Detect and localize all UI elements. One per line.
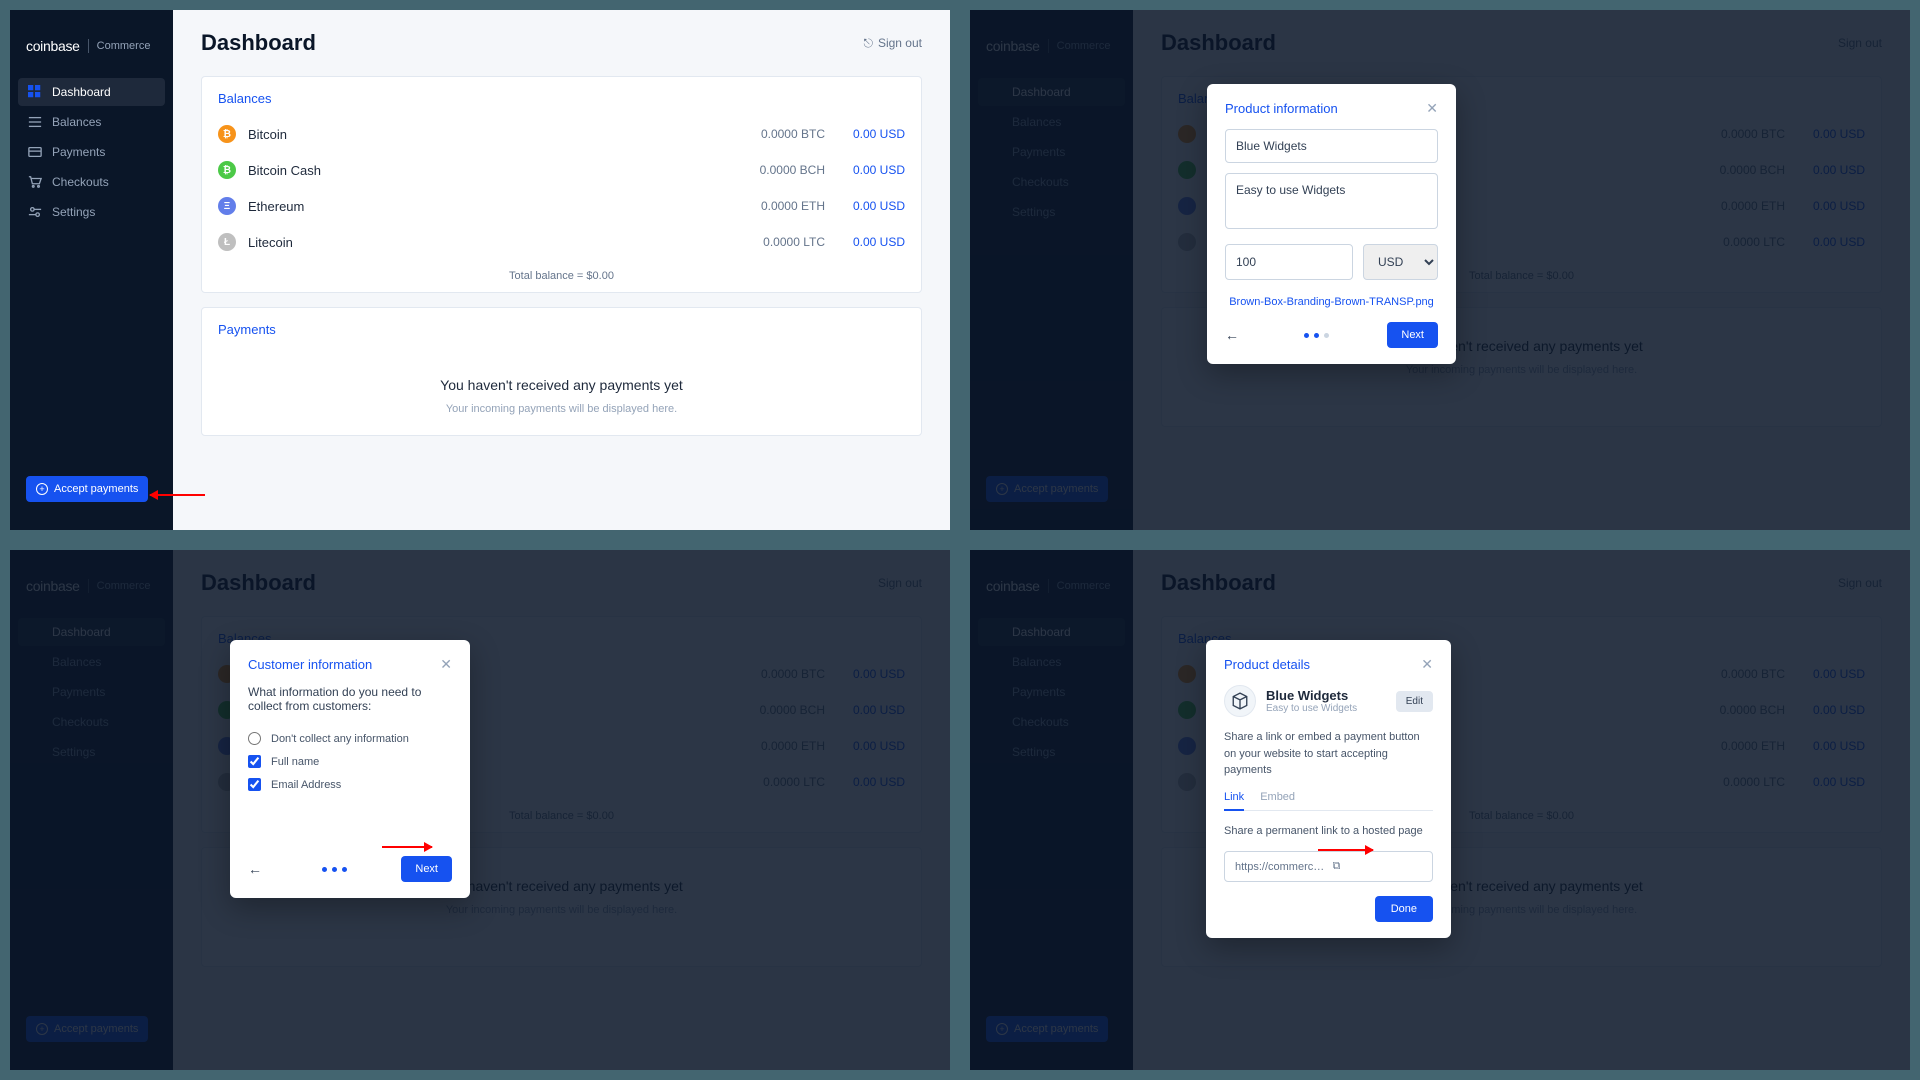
- annotation-arrow: [1318, 849, 1373, 851]
- edit-button[interactable]: Edit: [1396, 691, 1433, 712]
- option-email[interactable]: Email Address: [248, 773, 452, 796]
- balance-row: ₿Bitcoin0.0000 BTC0.00 USD: [202, 116, 921, 152]
- modal-overlay: [10, 550, 950, 1070]
- product-thumb-icon: [1224, 685, 1256, 717]
- balance-row: ₿Bitcoin Cash0.0000 BCH0.00 USD: [202, 152, 921, 188]
- next-button[interactable]: Next: [401, 856, 452, 882]
- checkbox-input[interactable]: [248, 755, 261, 768]
- grid-icon: [28, 85, 42, 99]
- brand-name: coinbase: [26, 38, 80, 54]
- modal-title: Customer information: [248, 657, 372, 672]
- payments-card: Payments You haven't received any paymen…: [201, 307, 922, 436]
- balance-row: ΞEthereum0.0000 ETH0.00 USD: [202, 188, 921, 224]
- sidebar-item-payments[interactable]: Payments: [18, 138, 165, 166]
- screenshot-product-info: coinbaseCommerceDashboardBalancesPayment…: [970, 10, 1910, 530]
- customer-info-modal: Customer information ✕ What information d…: [230, 640, 470, 898]
- screenshot-dashboard: coinbase Commerce Dashboard Balances Pay…: [10, 10, 950, 530]
- payments-title: Payments: [202, 308, 921, 347]
- page-title: Dashboard: [201, 30, 316, 56]
- screenshot-product-details: coinbaseCommerceDashboardBalancesPayment…: [970, 550, 1910, 1070]
- product-desc: Easy to use Widgets: [1266, 703, 1396, 714]
- question-text: What information do you need to collect …: [248, 685, 452, 713]
- radio-input[interactable]: [248, 732, 261, 745]
- sidebar-item-settings[interactable]: Settings: [18, 198, 165, 226]
- tab-link[interactable]: Link: [1224, 791, 1244, 811]
- currency-select[interactable]: USD: [1363, 244, 1438, 280]
- balances-title: Balances: [202, 77, 921, 116]
- balances-card: Balances ₿Bitcoin0.0000 BTC0.00 USD ₿Bit…: [201, 76, 922, 293]
- bitcoin-cash-icon: ₿: [218, 161, 236, 179]
- annotation-arrow: [382, 846, 432, 848]
- back-arrow-icon[interactable]: ←: [248, 861, 268, 877]
- sidebar-item-checkouts[interactable]: Checkouts: [18, 168, 165, 196]
- share-text: Share a link or embed a payment button o…: [1224, 729, 1433, 779]
- checkbox-input[interactable]: [248, 778, 261, 791]
- close-icon[interactable]: ✕: [1426, 100, 1438, 117]
- empty-payments-sub: Your incoming payments will be displayed…: [202, 403, 921, 415]
- product-details-modal: Product details ✕ Blue Widgets Easy to us…: [1206, 640, 1451, 938]
- sign-out-link[interactable]: ⎋Sign out: [863, 36, 922, 51]
- tabs: Link Embed: [1224, 791, 1433, 811]
- plus-circle-icon: +: [36, 483, 48, 495]
- screenshot-customer-info: coinbaseCommerceDashboardBalancesPayment…: [10, 550, 950, 1070]
- price-input[interactable]: [1225, 244, 1353, 280]
- link-label: Share a permanent link to a hosted page: [1224, 823, 1433, 840]
- total-balance: Total balance = $0.00: [202, 260, 921, 292]
- empty-payments-title: You haven't received any payments yet: [202, 377, 921, 393]
- bitcoin-icon: ₿: [218, 125, 236, 143]
- modal-title: Product details: [1224, 657, 1310, 672]
- signout-icon: ⎋: [863, 36, 873, 51]
- brand-logo: coinbase Commerce: [10, 38, 173, 74]
- toggles-icon: [28, 205, 42, 219]
- option-full-name[interactable]: Full name: [248, 750, 452, 773]
- annotation-arrow: [150, 494, 205, 496]
- nav-label: Settings: [52, 205, 95, 219]
- option-no-collect[interactable]: Don't collect any information: [248, 727, 452, 750]
- card-icon: [28, 145, 42, 159]
- list-icon: [28, 115, 42, 129]
- sidebar: coinbase Commerce Dashboard Balances Pay…: [10, 10, 173, 530]
- product-info-modal: Product information ✕ Easy to use Widgets…: [1207, 84, 1456, 364]
- link-field[interactable]: https://commerce.coinbase.com/checkout/d…: [1224, 851, 1433, 882]
- ethereum-icon: Ξ: [218, 197, 236, 215]
- nav-label: Payments: [52, 145, 105, 159]
- copy-icon[interactable]: ⧉: [1333, 860, 1423, 873]
- sidebar-item-balances[interactable]: Balances: [18, 108, 165, 136]
- cart-icon: [28, 175, 42, 189]
- brand-product: Commerce: [97, 40, 151, 52]
- accept-payments-button[interactable]: +Accept payments: [26, 476, 148, 502]
- step-dots: [1304, 333, 1329, 338]
- back-arrow-icon[interactable]: ←: [1225, 327, 1245, 343]
- nav-label: Balances: [52, 115, 101, 129]
- nav-label: Dashboard: [52, 85, 111, 99]
- nav-label: Checkouts: [52, 175, 109, 189]
- tab-embed[interactable]: Embed: [1260, 791, 1295, 810]
- uploaded-file-link[interactable]: Brown-Box-Branding-Brown-TRANSP.png: [1225, 290, 1438, 312]
- sidebar-item-dashboard[interactable]: Dashboard: [18, 78, 165, 106]
- next-button[interactable]: Next: [1387, 322, 1438, 348]
- product-name: Blue Widgets: [1266, 688, 1396, 703]
- product-desc-input[interactable]: Easy to use Widgets: [1225, 173, 1438, 229]
- close-icon[interactable]: ✕: [1421, 656, 1433, 673]
- modal-title: Product information: [1225, 101, 1338, 116]
- step-dots: [322, 867, 347, 872]
- link-url: https://commerce.coinbase.com/checkout/d…: [1235, 861, 1325, 873]
- nav-list: Dashboard Balances Payments Checkouts Se…: [10, 74, 173, 232]
- main-content: Dashboard ⎋Sign out Balances ₿Bitcoin0.0…: [173, 10, 950, 530]
- close-icon[interactable]: ✕: [440, 656, 452, 673]
- product-name-input[interactable]: [1225, 129, 1438, 163]
- done-button[interactable]: Done: [1375, 896, 1433, 922]
- balance-row: ŁLitecoin0.0000 LTC0.00 USD: [202, 224, 921, 260]
- litecoin-icon: Ł: [218, 233, 236, 251]
